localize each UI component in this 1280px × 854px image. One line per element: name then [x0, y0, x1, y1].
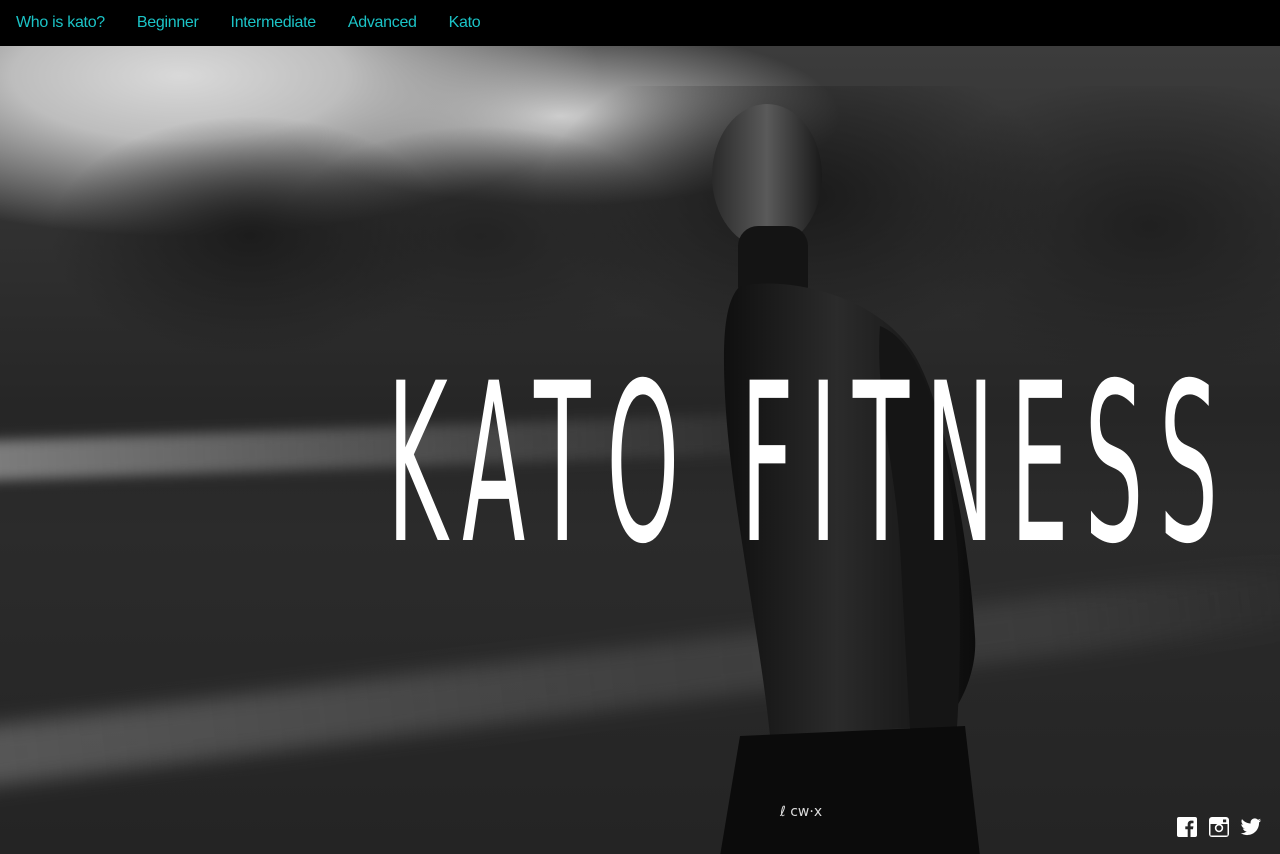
svg-text:ℓ cw·x: ℓ cw·x	[779, 804, 822, 820]
nav-link-intermediate[interactable]: Intermediate	[231, 14, 317, 32]
nav-link-who-is-kato[interactable]: Who is kato?	[16, 14, 105, 32]
top-navbar: Who is kato? Beginner Intermediate Advan…	[0, 0, 1280, 46]
nav-link-advanced[interactable]: Advanced	[348, 14, 417, 32]
hero-title: KATO FITNESS	[387, 336, 1234, 592]
nav-link-kato[interactable]: Kato	[449, 14, 481, 32]
hero-light-band	[0, 560, 1280, 792]
social-links	[1176, 816, 1262, 838]
instagram-icon[interactable]	[1208, 816, 1230, 838]
nav-link-beginner[interactable]: Beginner	[137, 14, 199, 32]
facebook-icon[interactable]	[1176, 816, 1198, 838]
hero-banner: ℓ cw·x KATO FITNESS	[0, 46, 1280, 854]
twitter-icon[interactable]	[1240, 816, 1262, 838]
